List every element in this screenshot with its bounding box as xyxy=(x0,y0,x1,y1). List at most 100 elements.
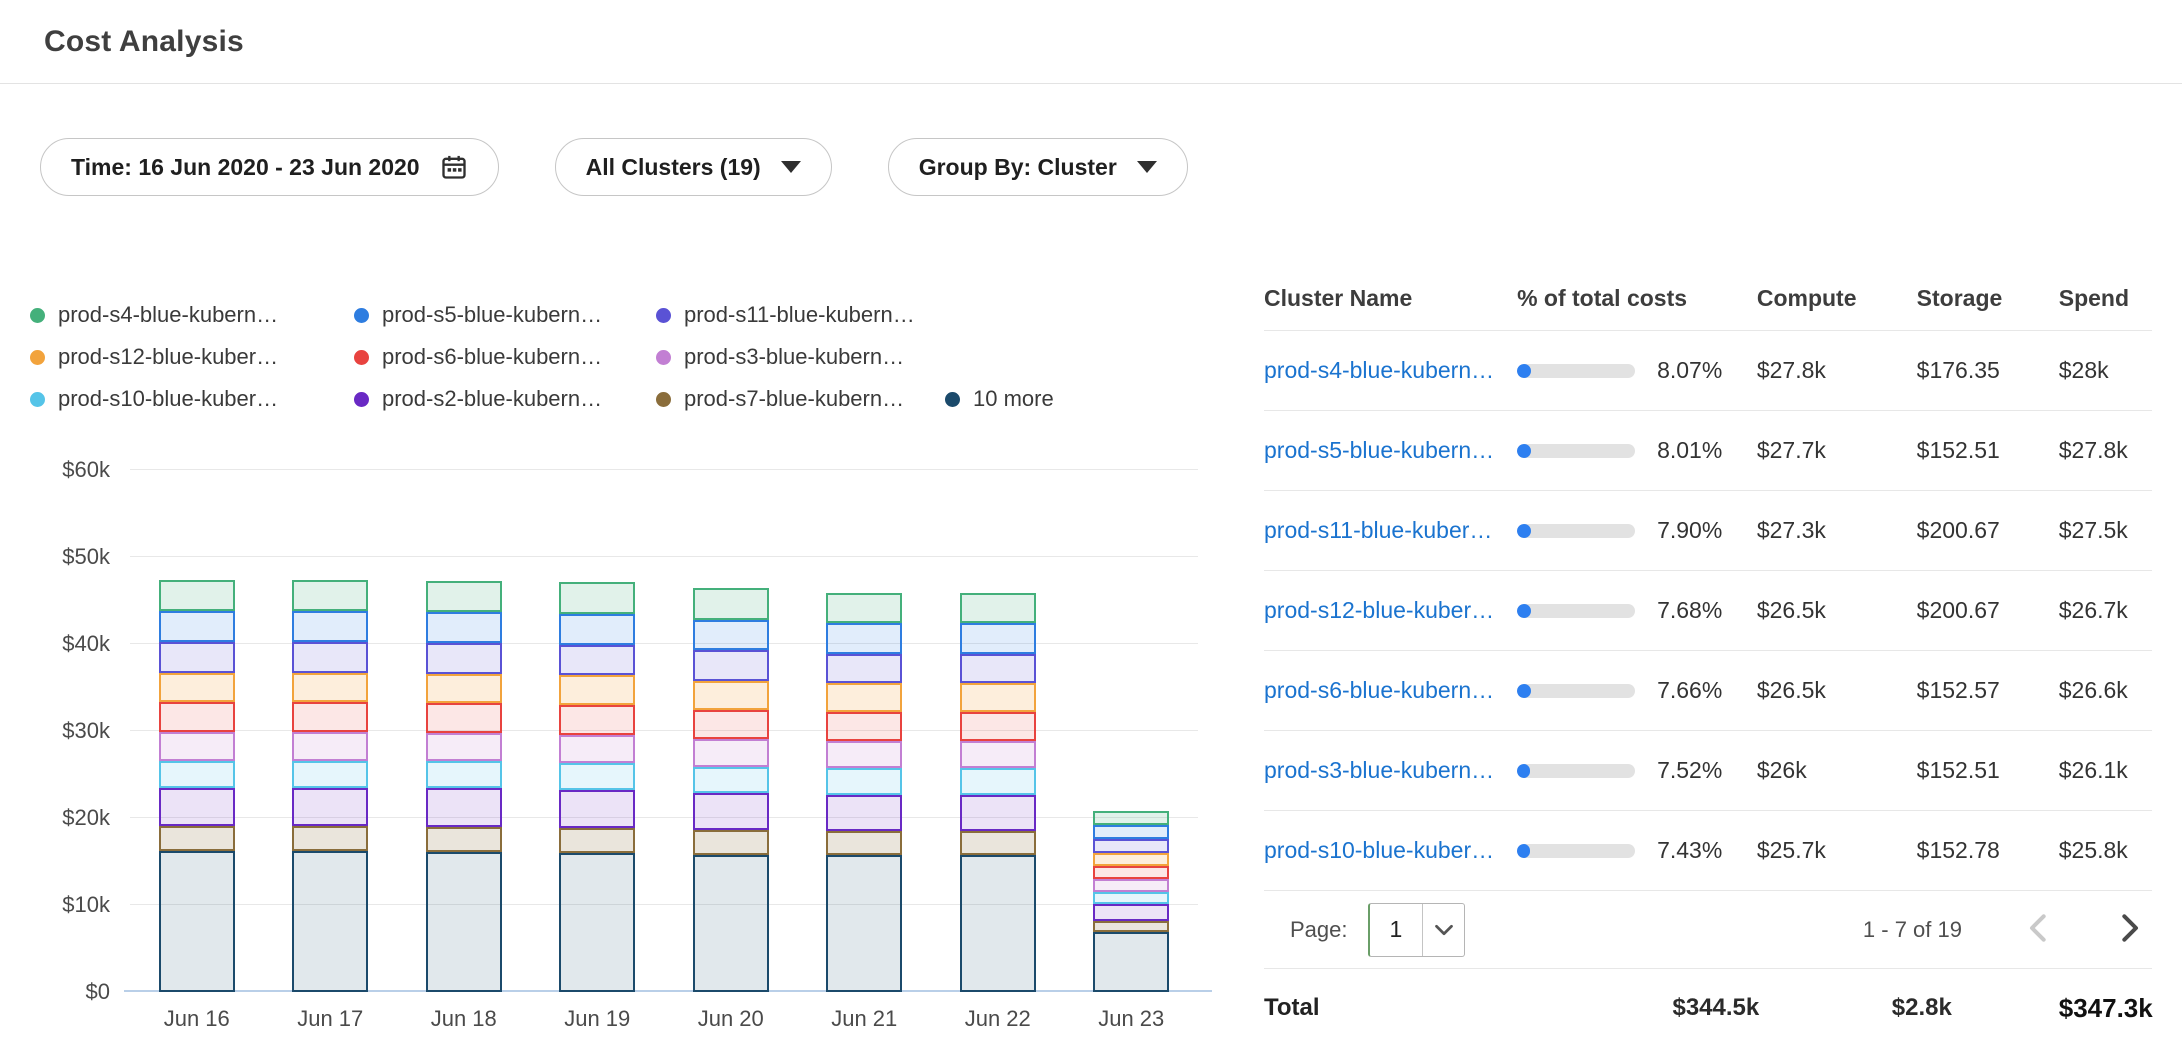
stacked-bar-jun-23[interactable] xyxy=(1093,811,1169,992)
bar-segment[interactable] xyxy=(826,654,902,684)
bar-segment[interactable] xyxy=(960,712,1036,741)
bar-segment[interactable] xyxy=(559,645,635,675)
bar-segment[interactable] xyxy=(826,623,902,653)
bar-segment[interactable] xyxy=(426,761,502,788)
bar-segment[interactable] xyxy=(292,611,368,642)
bar-segment[interactable] xyxy=(693,620,769,650)
cluster-link[interactable]: prod-s6-blue-kubern… xyxy=(1264,677,1494,703)
bar-segment[interactable] xyxy=(693,793,769,830)
next-page-button[interactable] xyxy=(2116,909,2146,950)
bar-segment[interactable] xyxy=(693,588,769,619)
bar-segment[interactable] xyxy=(292,826,368,851)
bar-segment[interactable] xyxy=(960,593,1036,623)
legend-item[interactable]: prod-s6-blue-kubern… xyxy=(354,344,656,370)
legend-item[interactable]: prod-s2-blue-kubern… xyxy=(354,386,656,412)
bar-segment[interactable] xyxy=(426,788,502,826)
bar-segment[interactable] xyxy=(960,831,1036,855)
bar-segment[interactable] xyxy=(559,675,635,705)
bar-segment[interactable] xyxy=(960,654,1036,684)
stacked-bar-jun-17[interactable] xyxy=(292,580,368,992)
bar-segment[interactable] xyxy=(292,761,368,788)
bar-segment[interactable] xyxy=(292,673,368,703)
bar-segment[interactable] xyxy=(960,683,1036,712)
bar-segment[interactable] xyxy=(559,582,635,613)
bar-segment[interactable] xyxy=(826,593,902,623)
bar-segment[interactable] xyxy=(159,702,235,732)
bar-segment[interactable] xyxy=(159,732,235,761)
clusters-filter[interactable]: All Clusters (19) xyxy=(555,138,832,196)
bar-segment[interactable] xyxy=(292,732,368,761)
bar-segment[interactable] xyxy=(826,795,902,832)
bar-segment[interactable] xyxy=(1093,932,1169,992)
bar-segment[interactable] xyxy=(1093,853,1169,866)
bar-segment[interactable] xyxy=(159,611,235,642)
stacked-bar-jun-22[interactable] xyxy=(960,593,1036,992)
legend-item[interactable]: prod-s7-blue-kubern… xyxy=(656,386,945,412)
bar-segment[interactable] xyxy=(1093,879,1169,892)
bar-segment[interactable] xyxy=(826,831,902,855)
bar-segment[interactable] xyxy=(960,768,1036,794)
bar-segment[interactable] xyxy=(159,673,235,703)
bar-segment[interactable] xyxy=(292,642,368,672)
bar-segment[interactable] xyxy=(559,735,635,764)
bar-segment[interactable] xyxy=(693,739,769,767)
bar-segment[interactable] xyxy=(826,683,902,712)
bar-segment[interactable] xyxy=(1093,811,1169,825)
bar-segment[interactable] xyxy=(292,702,368,732)
bar-segment[interactable] xyxy=(559,705,635,735)
time-range-filter[interactable]: Time: 16 Jun 2020 - 23 Jun 2020 xyxy=(40,138,499,196)
stacked-bar-jun-21[interactable] xyxy=(826,593,902,992)
bar-segment[interactable] xyxy=(292,788,368,826)
prev-page-button[interactable] xyxy=(2022,909,2052,950)
bar-segment[interactable] xyxy=(426,612,502,643)
bar-segment[interactable] xyxy=(159,761,235,788)
bar-segment[interactable] xyxy=(159,826,235,851)
cluster-link[interactable]: prod-s4-blue-kubern… xyxy=(1264,357,1494,383)
bar-segment[interactable] xyxy=(1093,825,1169,839)
bar-segment[interactable] xyxy=(426,703,502,733)
bar-segment[interactable] xyxy=(960,795,1036,832)
bar-segment[interactable] xyxy=(559,614,635,645)
stacked-bar-jun-16[interactable] xyxy=(159,580,235,992)
bar-segment[interactable] xyxy=(159,642,235,672)
stacked-bar-jun-18[interactable] xyxy=(426,581,502,992)
bar-segment[interactable] xyxy=(960,623,1036,653)
cluster-link[interactable]: prod-s11-blue-kuber… xyxy=(1264,517,1492,543)
stacked-bar-jun-19[interactable] xyxy=(559,582,635,992)
bar-segment[interactable] xyxy=(1093,866,1169,879)
legend-item[interactable]: prod-s3-blue-kubern… xyxy=(656,344,945,370)
bar-segment[interactable] xyxy=(826,712,902,741)
bar-segment[interactable] xyxy=(693,767,769,793)
group-by-filter[interactable]: Group By: Cluster xyxy=(888,138,1188,196)
bar-segment[interactable] xyxy=(426,643,502,673)
legend-item[interactable]: prod-s5-blue-kubern… xyxy=(354,302,656,328)
bar-segment[interactable] xyxy=(1093,892,1169,904)
bar-segment[interactable] xyxy=(826,768,902,794)
cluster-link[interactable]: prod-s3-blue-kubern… xyxy=(1264,757,1494,783)
bar-segment[interactable] xyxy=(292,851,368,992)
bar-segment[interactable] xyxy=(1093,839,1169,853)
bar-segment[interactable] xyxy=(559,790,635,827)
bar-segment[interactable] xyxy=(1093,921,1169,932)
cluster-link[interactable]: prod-s12-blue-kuber… xyxy=(1264,597,1494,623)
page-select[interactable]: 1 xyxy=(1368,903,1466,957)
legend-item[interactable]: prod-s12-blue-kuber… xyxy=(30,344,354,370)
legend-item[interactable]: prod-s11-blue-kubern… xyxy=(656,302,945,328)
bar-segment[interactable] xyxy=(693,710,769,739)
cluster-link[interactable]: prod-s10-blue-kuber… xyxy=(1264,837,1494,863)
bar-segment[interactable] xyxy=(693,855,769,992)
bar-segment[interactable] xyxy=(426,852,502,992)
bar-segment[interactable] xyxy=(960,855,1036,992)
legend-item[interactable]: prod-s10-blue-kuber… xyxy=(30,386,354,412)
bar-segment[interactable] xyxy=(693,650,769,680)
legend-item[interactable]: prod-s4-blue-kubern… xyxy=(30,302,354,328)
bar-segment[interactable] xyxy=(559,853,635,992)
bar-segment[interactable] xyxy=(826,741,902,769)
bar-segment[interactable] xyxy=(1093,904,1169,921)
bar-segment[interactable] xyxy=(426,674,502,704)
bar-segment[interactable] xyxy=(159,851,235,992)
bar-segment[interactable] xyxy=(426,827,502,852)
stacked-bar-jun-20[interactable] xyxy=(693,588,769,992)
bar-segment[interactable] xyxy=(426,733,502,762)
bar-segment[interactable] xyxy=(559,828,635,853)
